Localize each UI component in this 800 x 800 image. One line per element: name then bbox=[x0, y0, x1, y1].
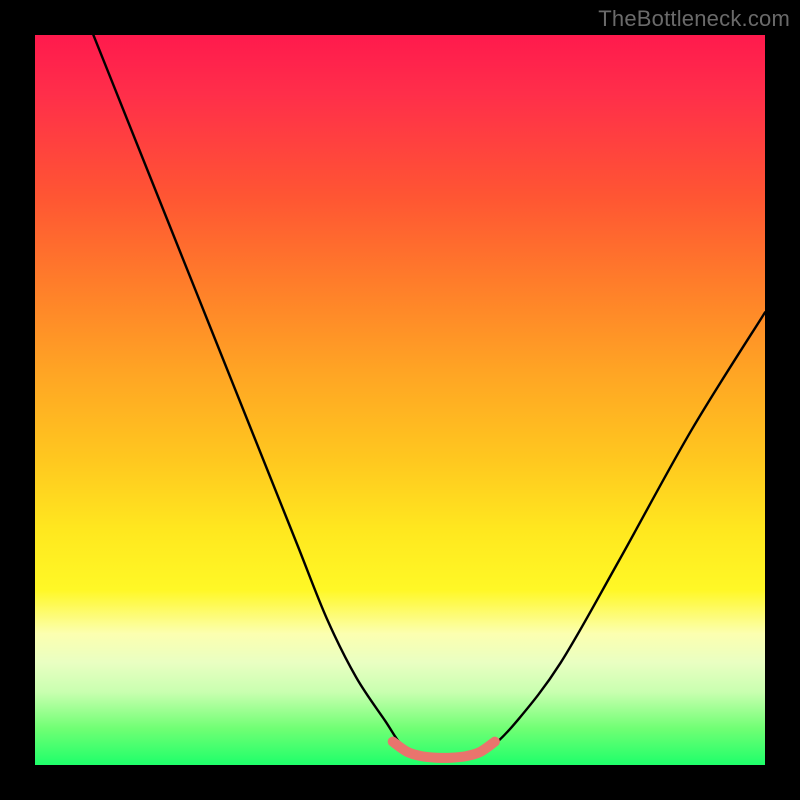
highlight-segment-path bbox=[393, 742, 495, 758]
bottleneck-curve-path bbox=[93, 35, 765, 758]
plot-area bbox=[35, 35, 765, 765]
chart-frame: TheBottleneck.com bbox=[0, 0, 800, 800]
watermark-text: TheBottleneck.com bbox=[598, 6, 790, 32]
curve-layer bbox=[35, 35, 765, 765]
